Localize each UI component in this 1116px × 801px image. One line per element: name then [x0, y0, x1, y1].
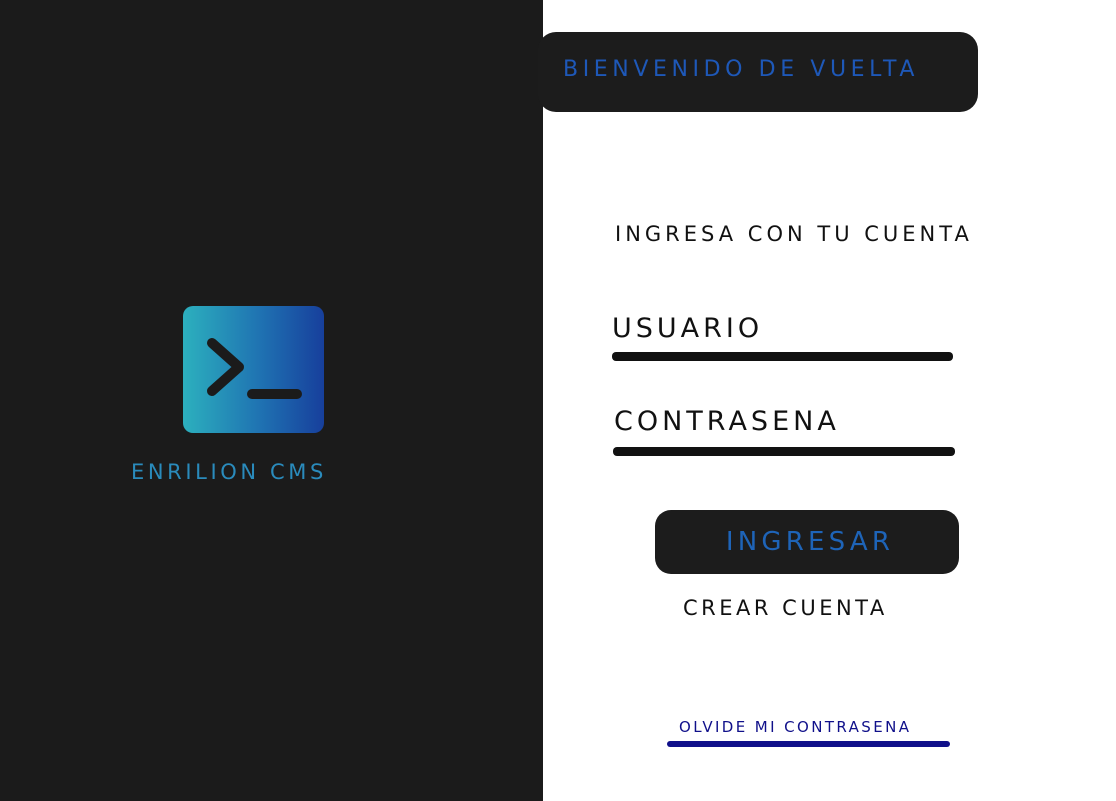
welcome-banner: BIENVENIDO DE VUELTA	[538, 32, 978, 112]
terminal-prompt-glyph	[207, 338, 302, 399]
password-input[interactable]	[614, 405, 959, 453]
create-account-link[interactable]: CREAR CUENTA	[683, 596, 888, 620]
brand-name: ENRILION CMS	[131, 460, 327, 484]
welcome-text: BIENVENIDO DE VUELTA	[563, 57, 919, 82]
username-underline	[612, 352, 953, 361]
forgot-password-underline	[667, 741, 950, 747]
terminal-prompt-icon	[183, 306, 324, 433]
login-heading: INGRESA CON TU CUENTA	[615, 222, 973, 246]
password-underline	[613, 447, 955, 456]
login-button[interactable]: INGRESAR	[655, 510, 959, 574]
forgot-password-link[interactable]: OLVIDE MI CONTRASENA	[679, 718, 911, 736]
brand-panel: ENRILION CMS	[0, 0, 543, 801]
